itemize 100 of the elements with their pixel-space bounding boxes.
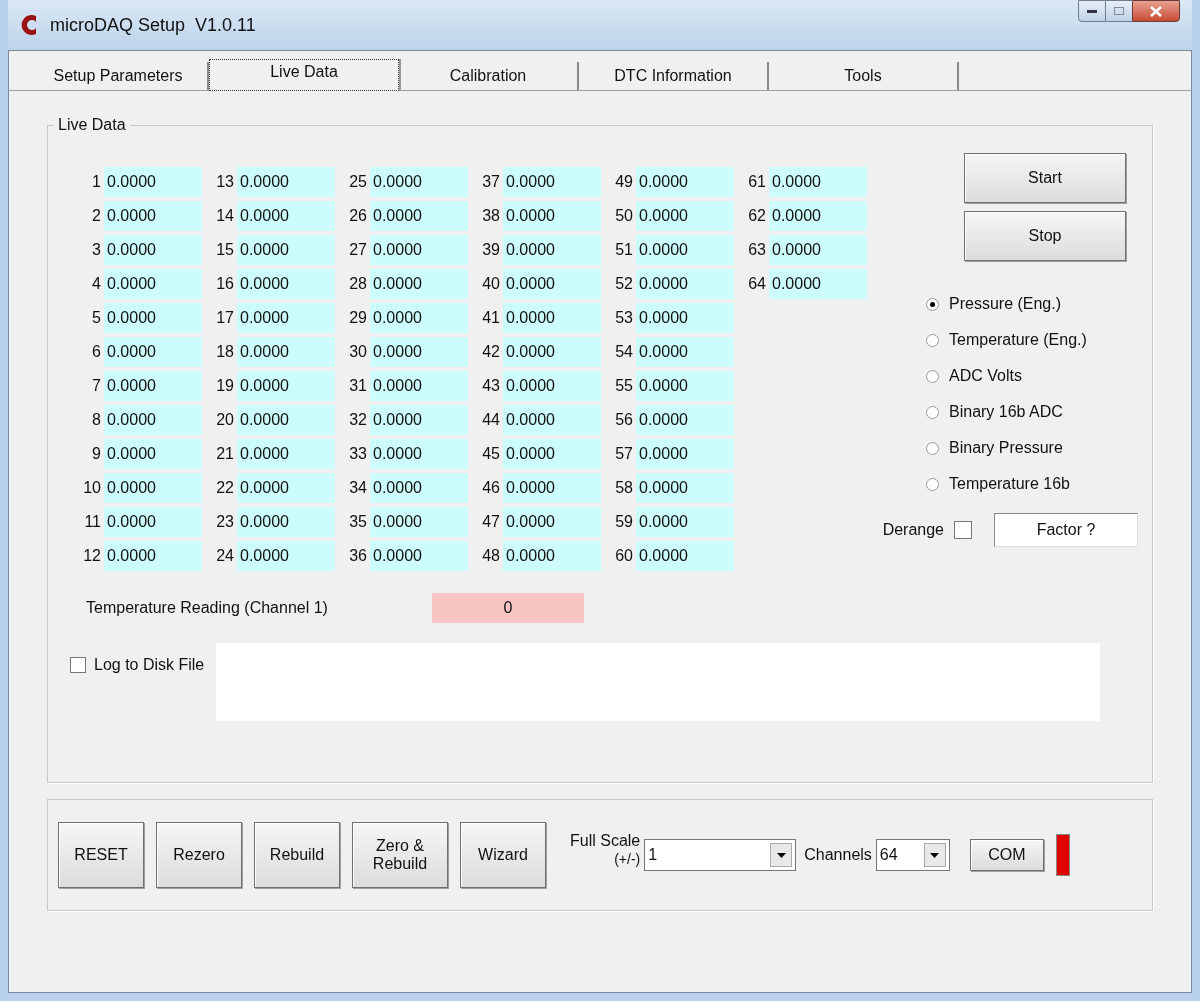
com-button[interactable]: COM [969,839,1044,871]
close-button[interactable] [1132,0,1180,22]
window-title: microDAQ Setup V1.0.11 [50,13,256,37]
channel-number: 63 [747,240,767,260]
channel-number: 32 [348,410,368,430]
channel-number: 5 [91,308,102,328]
channel-number: 29 [348,308,368,328]
channel-number: 9 [91,444,102,464]
channel-value: 0.0000 [503,235,601,265]
channel-value: 0.0000 [370,507,468,537]
toolbar-button[interactable]: Rebuild [254,822,340,888]
log-checkbox[interactable] [70,657,86,673]
channel-value: 0.0000 [636,473,734,503]
channel-number: 24 [215,546,235,566]
factor-button[interactable]: Factor ? [994,513,1138,547]
channel-value: 0.0000 [503,405,601,435]
radio-option[interactable]: Binary Pressure [926,435,1126,461]
channel-number: 43 [481,376,501,396]
dropdown-arrow-icon [930,852,940,858]
channel-value: 0.0000 [636,337,734,367]
channel-number: 35 [348,512,368,532]
radio-option[interactable]: Temperature 16b [926,471,1126,497]
channel-value: 0.0000 [104,167,202,197]
radio-button[interactable] [926,297,939,311]
channel-value: 0.0000 [370,541,468,571]
channel-number: 36 [348,546,368,566]
channel-number: 41 [481,308,501,328]
toolbar-button[interactable]: Zero & Rebuild [352,822,448,888]
full-scale-dropdown[interactable]: 1 [644,839,797,871]
tab[interactable]: DTC Information [579,62,769,90]
channel-number: 62 [747,206,767,226]
radio-option[interactable]: Pressure (Eng.) [926,291,1126,317]
channel-value: 0.0000 [237,439,335,469]
channel-number: 4 [91,274,102,294]
radio-button[interactable] [926,441,939,455]
channel-number: 17 [215,308,235,328]
toolbar-button[interactable]: Rezero [156,822,242,888]
channel-value: 0.0000 [370,337,468,367]
tab[interactable]: Live Data [209,59,399,91]
channel-value: 0.0000 [503,439,601,469]
radio-button[interactable] [926,333,939,347]
channel-value: 0.0000 [104,473,202,503]
channels-dropdown[interactable]: 64 [875,839,950,871]
channel-value: 0.0000 [104,269,202,299]
channel-number: 55 [614,376,634,396]
derange-label: Derange [882,520,944,540]
channel-number: 21 [215,444,235,464]
derange-checkbox[interactable] [954,521,972,539]
radio-option[interactable]: Temperature (Eng.) [926,327,1126,353]
channel-value: 0.0000 [636,167,734,197]
channel-number: 25 [348,172,368,192]
channel-number: 20 [215,410,235,430]
channel-value: 0.0000 [636,371,734,401]
radio-button[interactable] [926,369,939,383]
channel-number: 50 [614,206,634,226]
channel-number: 26 [348,206,368,226]
channel-number: 12 [82,546,102,566]
toolbar-button[interactable]: RESET [58,822,144,888]
channel-value: 0.0000 [237,371,335,401]
channel-number: 60 [614,546,634,566]
start-button[interactable]: Start [964,153,1126,203]
channel-number: 28 [348,274,368,294]
channel-value: 0.0000 [104,541,202,571]
channel-number: 23 [215,512,235,532]
channel-number: 46 [481,478,501,498]
radio-button[interactable] [926,477,939,491]
tab[interactable]: Tools [769,62,959,90]
channel-value: 0.0000 [237,235,335,265]
channel-number: 61 [747,172,767,192]
minimize-button[interactable] [1078,0,1106,22]
channel-value: 0.0000 [370,167,468,197]
channel-value: 0.0000 [636,507,734,537]
channel-number: 2 [91,206,102,226]
channel-value: 0.0000 [503,371,601,401]
channel-number: 33 [348,444,368,464]
temperature-label: Temperature Reading (Channel 1) [86,598,329,618]
channel-number: 49 [614,172,634,192]
channel-number: 40 [481,274,501,294]
channel-value: 0.0000 [104,337,202,367]
channel-value: 0.0000 [370,303,468,333]
radio-option[interactable]: Binary 16b ADC [926,399,1126,425]
toolbar-button[interactable]: Wizard [460,822,546,888]
tab[interactable]: Calibration [399,62,579,90]
channel-value: 0.0000 [104,439,202,469]
channel-value: 0.0000 [769,235,867,265]
close-icon [1150,5,1162,17]
channel-value: 0.0000 [636,235,734,265]
channel-value: 0.0000 [237,303,335,333]
stop-button[interactable]: Stop [964,211,1126,261]
channel-number: 16 [215,274,235,294]
radio-button[interactable] [926,405,939,419]
full-scale-label: Full Scale [570,832,641,850]
channel-value: 0.0000 [636,303,734,333]
channel-number: 30 [348,342,368,362]
maximize-button[interactable] [1106,0,1132,22]
radio-option[interactable]: ADC Volts [926,363,1126,389]
channel-value: 0.0000 [370,371,468,401]
channel-value: 0.0000 [237,201,335,231]
channels-label: Channels [804,845,872,865]
channel-value: 0.0000 [237,473,335,503]
